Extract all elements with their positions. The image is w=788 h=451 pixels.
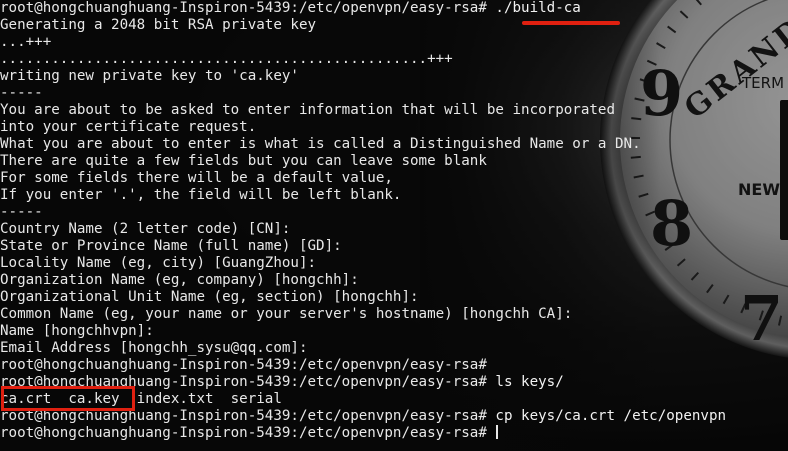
output-line: into your certificate request. — [0, 119, 257, 135]
output-line: What you are about to enter is what is c… — [0, 136, 641, 152]
output-line: Country Name (2 letter code) [CN]: — [0, 221, 291, 237]
clock-text-grand: GRAND — [678, 11, 788, 126]
shell-command — [487, 425, 496, 441]
output-line: ........................................… — [0, 51, 453, 67]
output-line: ----- — [0, 204, 43, 220]
output-line: Locality Name (eg, city) [GuangZhou]: — [0, 255, 317, 271]
output-line: ----- — [0, 85, 43, 101]
clock-numeral-9: 9 — [640, 57, 683, 130]
clock-face — [620, 0, 788, 338]
output-line: State or Province Name (full name) [GD]: — [0, 238, 342, 254]
output-line: Common Name (eg, your name or your serve… — [0, 306, 573, 322]
clock-text-term: TERM — [741, 74, 784, 92]
output-line: Generating a 2048 bit RSA private key — [0, 17, 317, 33]
output-line: For some fields there will be a default … — [0, 170, 393, 186]
shell-prompt: root@hongchuanghuang-Inspiron-5439:/etc/… — [0, 425, 487, 441]
clock-text-new: NEW — [738, 180, 780, 199]
prompt-line: root@hongchuanghuang-Inspiron-5439:/etc/… — [0, 357, 487, 374]
output-line: Email Address [hongchh_sysu@qq.com]: — [0, 340, 308, 356]
output-line: writing new private key to 'ca.key' — [0, 68, 299, 84]
shell-command: cp keys/ca.crt /etc/openvpn — [486, 408, 727, 424]
clock-hand — [780, 100, 788, 240]
clock-rim — [600, 0, 788, 358]
output-line: Organization Name (eg, company) [hongchh… — [0, 272, 359, 288]
terminal-window[interactable]: 9 8 7 GRAND TERM NEW root@hongchuanghuan… — [0, 0, 788, 451]
prompt-line: root@hongchuanghuang-Inspiron-5439:/etc/… — [0, 425, 499, 442]
clock-numeral-7: 7 — [740, 282, 783, 355]
highlight-underline-build-ca — [522, 21, 620, 25]
highlight-box-ca-files — [1, 386, 135, 411]
output-line: Organizational Unit Name (eg, section) [… — [0, 289, 419, 305]
output-line: You are about to be asked to enter infor… — [0, 102, 615, 118]
prompt-line: root@hongchuanghuang-Inspiron-5439:/etc/… — [0, 0, 581, 17]
shell-prompt: root@hongchuanghuang-Inspiron-5439:/etc/… — [0, 0, 487, 16]
shell-command: ls keys/ — [486, 374, 564, 390]
shell-prompt: root@hongchuanghuang-Inspiron-5439:/etc/… — [0, 357, 487, 373]
output-line: Name [hongchhvpn]: — [0, 323, 154, 339]
clock-numeral-8: 8 — [650, 187, 693, 260]
shell-command: ./build-ca — [486, 0, 581, 16]
output-line: ...+++ — [0, 34, 52, 50]
text-cursor[interactable] — [496, 425, 499, 439]
output-line: If you enter '.', the field will be left… — [0, 187, 402, 203]
output-line: There are quite a few fields but you can… — [0, 153, 487, 169]
